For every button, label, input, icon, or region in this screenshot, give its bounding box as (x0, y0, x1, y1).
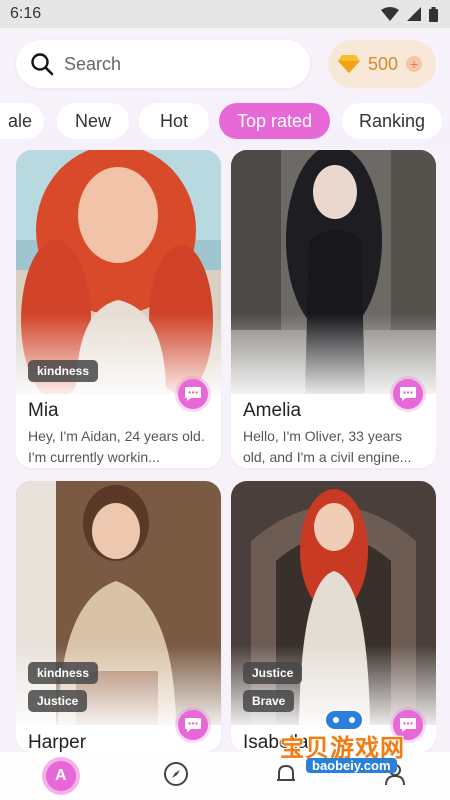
status-time: 6:16 (10, 5, 42, 22)
tab-label: Hot (159, 110, 188, 131)
character-description: Hello, I'm Oliver, 33 years old, and I'm… (243, 428, 412, 465)
chat-button[interactable] (393, 379, 423, 409)
coin-value: 500 (368, 53, 399, 74)
character-name: Mia (28, 400, 59, 421)
character-name: Amelia (243, 400, 302, 421)
chat-bubble-icon (400, 387, 416, 401)
character-card[interactable]: kindness Justice Harper (16, 481, 221, 752)
home-logo-icon: A (45, 761, 76, 791)
tab-label: New (74, 110, 111, 131)
coin-balance[interactable]: 500 + (328, 40, 436, 88)
nav-explore[interactable] (163, 761, 189, 792)
bell-icon (276, 764, 295, 781)
signal-icon (407, 7, 421, 21)
nav-notifications[interactable] (273, 761, 299, 792)
tab-label: ale (7, 110, 33, 131)
character-card[interactable]: kindness Mia Hey, I'm Aidan, 24 years ol… (16, 150, 221, 468)
trait-tag: Justice (28, 690, 88, 712)
tab-top-rated[interactable]: Top rated (219, 103, 330, 139)
tab-label: Ranking (358, 110, 426, 131)
trait-tag: kindness (28, 360, 99, 382)
tab-ranking[interactable]: Ranking (342, 103, 442, 139)
status-bar: 6:16 (0, 0, 450, 28)
chat-bubble-icon (185, 387, 201, 401)
character-name: Harper (28, 732, 87, 752)
trait-tag: Brave (243, 690, 295, 712)
tab-hot[interactable]: Hot (139, 103, 209, 139)
category-tabs: ale New Hot Top rated Ranking (0, 103, 450, 139)
diamond-icon (338, 55, 360, 73)
nav-home[interactable]: A (41, 757, 80, 795)
chat-bubble-icon (400, 718, 416, 732)
tab-label: Top rated (236, 110, 313, 131)
battery-icon (429, 6, 438, 22)
character-description: Hey, I'm Aidan, 24 years old. I'm curren… (28, 428, 205, 465)
tab-new[interactable]: New (57, 103, 129, 139)
user-icon (385, 763, 406, 785)
wifi-icon (381, 7, 399, 21)
search-placeholder: Search (64, 53, 122, 74)
trait-tag: Justice (243, 662, 303, 684)
chat-button[interactable] (178, 710, 208, 740)
character-card[interactable]: Justice Brave Isabella (231, 481, 436, 752)
tab-female[interactable]: ale (0, 103, 44, 139)
chat-button[interactable] (178, 379, 208, 409)
chat-button[interactable] (393, 710, 423, 740)
search-bar[interactable]: Search (16, 40, 310, 88)
add-coins-button[interactable]: + (406, 56, 423, 72)
character-card[interactable]: Amelia Hello, I'm Oliver, 33 years old, … (231, 150, 436, 468)
status-icons (381, 6, 438, 22)
chat-bubble-icon (185, 718, 201, 732)
trait-tag: kindness (28, 662, 99, 684)
bottom-nav: A (0, 752, 450, 800)
compass-icon (164, 761, 189, 786)
nav-profile[interactable] (382, 761, 408, 792)
search-icon (31, 53, 54, 76)
character-name: Isabella (243, 732, 309, 752)
